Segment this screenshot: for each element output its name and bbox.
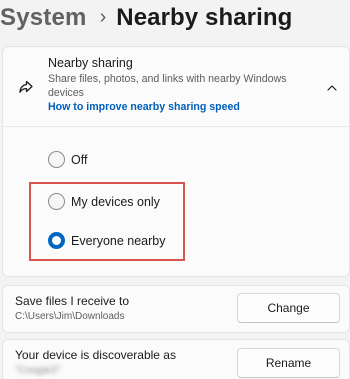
page-title: Nearby sharing xyxy=(116,4,293,31)
save-files-title: Save files I receive to xyxy=(15,294,130,308)
improve-speed-link[interactable]: How to improve nearby sharing speed xyxy=(48,101,240,113)
radio-everyone-nearby[interactable]: Everyone nearby xyxy=(48,232,166,249)
radio-button[interactable] xyxy=(48,193,65,210)
radio-label: Off xyxy=(71,152,88,167)
nearby-sharing-description: Share files, photos, and links with near… xyxy=(48,73,287,99)
nearby-sharing-card: Nearby sharing Share files, photos, and … xyxy=(2,46,350,277)
radio-label: My devices only xyxy=(71,194,160,209)
breadcrumb-system[interactable]: System xyxy=(0,4,87,32)
nearby-sharing-title: Nearby sharing xyxy=(48,56,133,70)
share-icon xyxy=(19,80,33,93)
radio-button[interactable] xyxy=(48,151,65,168)
radio-my-devices-only[interactable]: My devices only xyxy=(48,193,160,210)
radio-label: Everyone nearby xyxy=(71,233,166,248)
device-name: "Cougar2" xyxy=(15,365,61,376)
discoverable-row: Your device is discoverable as "Cougar2"… xyxy=(2,339,350,379)
nearby-sharing-header[interactable]: Nearby sharing Share files, photos, and … xyxy=(3,47,349,127)
radio-button-selected[interactable] xyxy=(48,232,65,249)
rename-button[interactable]: Rename xyxy=(237,348,340,378)
save-files-path: C:\Users\Jim\Downloads xyxy=(15,311,125,322)
radio-off[interactable]: Off xyxy=(48,151,87,168)
breadcrumb: System › Nearby sharing xyxy=(0,2,292,34)
change-button[interactable]: Change xyxy=(237,293,340,323)
chevron-up-icon[interactable] xyxy=(325,81,339,95)
save-files-row: Save files I receive to C:\Users\Jim\Dow… xyxy=(2,285,350,333)
discoverable-title: Your device is discoverable as xyxy=(15,348,176,362)
chevron-right-icon: › xyxy=(99,5,107,28)
